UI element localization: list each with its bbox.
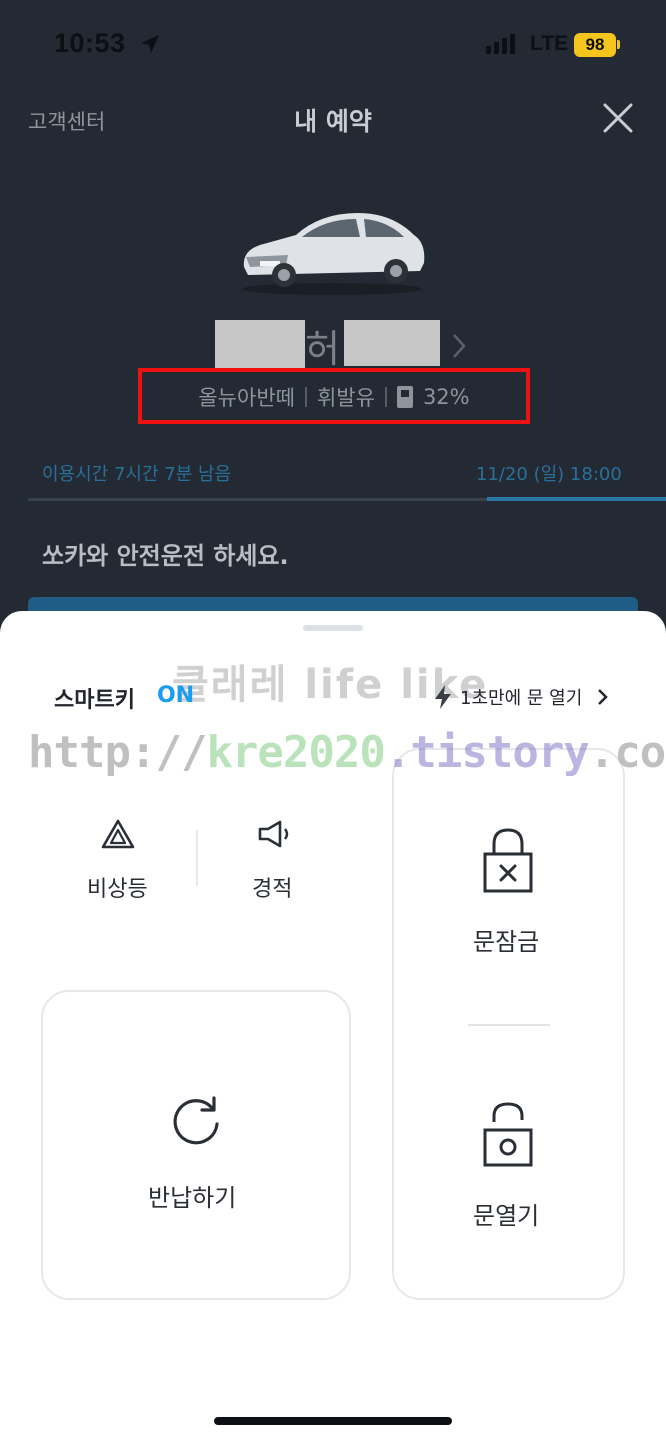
unlock-icon[interactable] [482, 1100, 534, 1168]
home-indicator[interactable] [214, 1417, 452, 1425]
watermark-url-part: .com [588, 727, 666, 778]
battery-tip [617, 40, 620, 49]
bolt-icon [435, 685, 451, 709]
fuel-type: 휘발유 [316, 386, 375, 410]
fuel-icon [396, 386, 413, 408]
return-label[interactable]: 반납하기 [148, 1178, 236, 1213]
watermark-url-part: kre2020 [206, 727, 385, 778]
divider [384, 387, 387, 407]
chevron-right-icon[interactable] [596, 688, 610, 706]
watermark-url-part: http:// [28, 727, 207, 778]
car-image [242, 213, 425, 295]
page-title: 내 예약 [294, 107, 372, 136]
hazard-icon[interactable] [100, 818, 136, 850]
safety-message: 쏘카와 안전운전 하세요. [42, 542, 289, 570]
usage-progress-fill [487, 497, 666, 501]
horn-icon[interactable] [256, 818, 292, 850]
hazard-label[interactable]: 비상등 [87, 871, 148, 903]
close-icon[interactable] [603, 103, 633, 133]
battery-icon: 98 [574, 33, 616, 57]
refresh-icon[interactable] [168, 1092, 224, 1148]
fuel-level: 32% [422, 385, 470, 409]
unlock-label[interactable]: 문열기 [473, 1196, 539, 1231]
divider [468, 1024, 550, 1026]
lock-label[interactable]: 문잠금 [473, 922, 539, 957]
smartkey-status: ON [157, 683, 195, 708]
divider [304, 387, 307, 407]
horn-label[interactable]: 경적 [252, 871, 292, 903]
plate-visible-char: 허 [305, 327, 340, 371]
smartkey-label: 스마트키 [54, 688, 135, 713]
lock-icon[interactable] [482, 826, 534, 894]
network-label: LTE [530, 32, 569, 55]
watermark-url-part: .tistory [384, 727, 590, 778]
signal-icon [486, 34, 515, 54]
plate-mask-right [344, 320, 440, 366]
chevron-right-icon[interactable] [450, 332, 468, 360]
sheet-handle[interactable] [303, 625, 363, 631]
watermark-url: http://kre2020.tistory.com [28, 727, 666, 778]
remaining-time: 이용시간 7시간 7분 남음 [42, 464, 232, 485]
divider [196, 830, 198, 886]
quick-open-link[interactable]: 1초만에 문 열기 [460, 684, 582, 710]
plate-mask-left [215, 320, 305, 368]
end-time: 11/20 (일) 18:00 [476, 464, 622, 485]
car-model: 올뉴아반떼 [198, 386, 295, 410]
location-arrow-icon [141, 35, 159, 53]
car-info-row: 올뉴아반떼 휘발유 32% [138, 382, 530, 412]
status-time: 10:53 [54, 28, 126, 58]
